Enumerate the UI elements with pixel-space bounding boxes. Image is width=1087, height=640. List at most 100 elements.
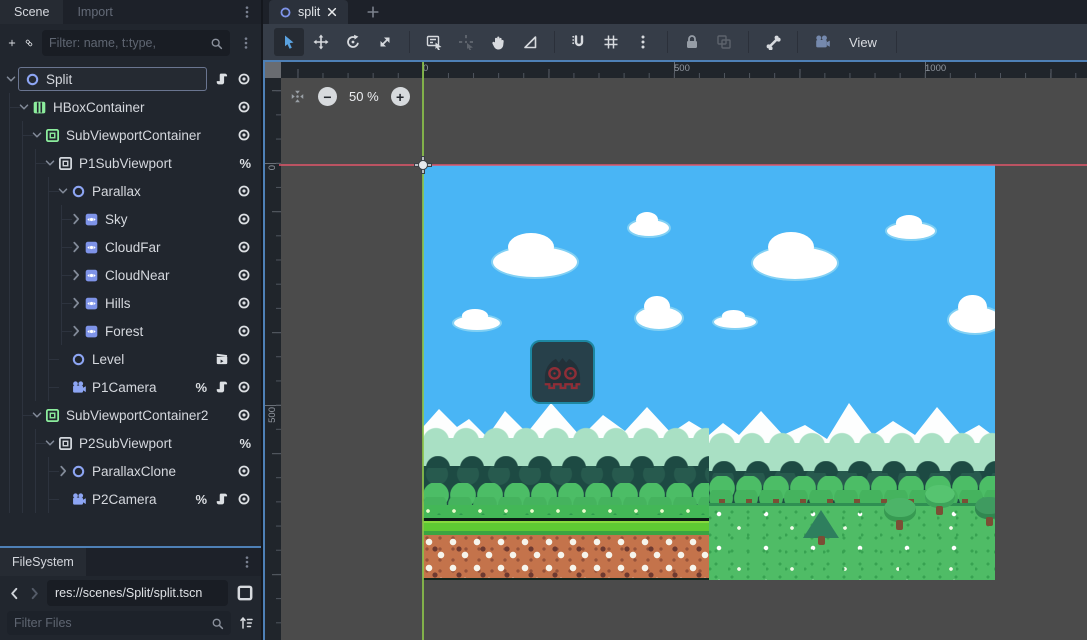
eye-badge[interactable] <box>237 408 251 422</box>
expand-arrow-icon[interactable] <box>69 324 83 338</box>
close-icon[interactable] <box>326 6 338 18</box>
tree-row-p1subviewport[interactable]: P1SubViewport% <box>0 149 261 177</box>
script-badge[interactable] <box>215 72 229 86</box>
tree-row-cloudnear[interactable]: CloudNear <box>0 261 261 289</box>
dock-menu-icon[interactable] <box>239 4 255 20</box>
percent-badge[interactable]: % <box>195 380 207 394</box>
pan-tool[interactable] <box>483 28 513 56</box>
list-select-tool[interactable] <box>419 28 449 56</box>
expand-arrow-icon[interactable] <box>69 240 83 254</box>
percent-badge[interactable]: % <box>239 436 251 450</box>
expand-arrow-icon[interactable] <box>69 296 83 310</box>
tree-row-forest[interactable]: Forest <box>0 317 261 345</box>
movie-badge[interactable] <box>215 352 229 366</box>
zoom-in-button[interactable]: + <box>391 87 410 106</box>
row-badges <box>237 240 251 254</box>
grid-snap-toggle[interactable] <box>596 28 626 56</box>
file-filter-input[interactable] <box>14 616 211 630</box>
player-character[interactable] <box>530 340 595 404</box>
add-node-button[interactable] <box>8 35 16 51</box>
collapse-arrow-icon[interactable] <box>30 128 44 142</box>
tree-row-parallaxclone[interactable]: ParallaxClone <box>0 457 261 485</box>
script-badge[interactable] <box>215 492 229 506</box>
bone-button[interactable] <box>758 28 788 56</box>
tree-row-subviewportcontainer2[interactable]: SubViewportContainer2 <box>0 401 261 429</box>
scene-tab-bar: split <box>263 0 1087 24</box>
expand-arrow-icon[interactable] <box>56 464 70 478</box>
snap-magnet-toggle[interactable] <box>564 28 594 56</box>
tree-row-hboxcontainer[interactable]: HBoxContainer <box>0 93 261 121</box>
script-badge[interactable] <box>215 380 229 394</box>
tree-row-hills[interactable]: Hills <box>0 289 261 317</box>
scale-tool[interactable] <box>370 28 400 56</box>
eye-badge[interactable] <box>237 296 251 310</box>
scene-tab-split[interactable]: split <box>269 0 348 24</box>
tab-filesystem[interactable]: FileSystem <box>0 548 86 576</box>
toggle-split-mode-button[interactable] <box>236 584 254 602</box>
eye-badge[interactable] <box>237 212 251 226</box>
expand-arrow-icon[interactable] <box>69 212 83 226</box>
tree-guide <box>22 289 23 317</box>
current-path-input[interactable] <box>55 586 220 600</box>
tree-row-p2subviewport[interactable]: P2SubViewport% <box>0 429 261 457</box>
row-badges <box>215 72 251 86</box>
sort-files-button[interactable] <box>238 615 254 631</box>
snap-options-menu[interactable] <box>628 28 658 56</box>
tree-guide <box>48 261 49 289</box>
new-scene-tab-button[interactable] <box>366 5 380 19</box>
tree-row-sky[interactable]: Sky <box>0 205 261 233</box>
node-name-box[interactable]: Split <box>18 67 207 91</box>
instance-scene-button[interactable] <box>25 35 33 51</box>
eye-badge[interactable] <box>237 268 251 282</box>
eye-badge[interactable] <box>237 128 251 142</box>
select-tool[interactable] <box>274 28 304 56</box>
tree-row-subviewportcontainer[interactable]: SubViewportContainer <box>0 121 261 149</box>
tab-scene[interactable]: Scene <box>0 0 63 24</box>
eye-badge[interactable] <box>237 352 251 366</box>
percent-badge[interactable]: % <box>239 156 251 170</box>
origin-gizmo[interactable] <box>414 156 432 174</box>
nav-forward-button[interactable] <box>27 586 42 601</box>
viewport-canvas[interactable]: − 50 % + <box>281 78 1087 640</box>
filesystem-menu-icon[interactable] <box>239 554 255 570</box>
collapse-arrow-icon[interactable] <box>43 156 57 170</box>
tree-row-level[interactable]: Level <box>0 345 261 373</box>
rotate-tool[interactable] <box>338 28 368 56</box>
node-label: CloudNear <box>105 268 170 283</box>
eye-badge[interactable] <box>237 380 251 394</box>
eye-badge[interactable] <box>237 100 251 114</box>
collapse-arrow-icon[interactable] <box>56 184 70 198</box>
lock-button[interactable] <box>677 28 707 56</box>
group-button[interactable] <box>709 28 739 56</box>
view-menu[interactable]: View <box>839 28 887 56</box>
nav-back-button[interactable] <box>7 586 22 601</box>
collapse-arrow-icon[interactable] <box>17 100 31 114</box>
eye-badge[interactable] <box>237 492 251 506</box>
tree-row-split[interactable]: Split <box>0 65 261 93</box>
tree-row-cloudfar[interactable]: CloudFar <box>0 233 261 261</box>
collapse-arrow-icon[interactable] <box>43 436 57 450</box>
ruler-tool[interactable] <box>515 28 545 56</box>
move-tool[interactable] <box>306 28 336 56</box>
percent-badge[interactable]: % <box>195 492 207 506</box>
eye-badge[interactable] <box>237 184 251 198</box>
collapse-arrow-icon[interactable] <box>30 408 44 422</box>
tree-guide <box>9 149 10 177</box>
zoom-level-label[interactable]: 50 % <box>349 89 379 104</box>
tab-import[interactable]: Import <box>63 0 126 24</box>
eye-badge[interactable] <box>237 464 251 478</box>
center-view-icon[interactable] <box>289 88 306 105</box>
camera-override-button[interactable] <box>807 28 837 56</box>
tree-row-parallax[interactable]: Parallax <box>0 177 261 205</box>
eye-badge[interactable] <box>237 324 251 338</box>
expand-arrow-icon[interactable] <box>69 268 83 282</box>
tree-row-p1camera[interactable]: P1Camera% <box>0 373 261 401</box>
tree-row-p2camera[interactable]: P2Camera% <box>0 485 261 513</box>
scene-tree-menu-icon[interactable] <box>239 35 253 51</box>
eye-badge[interactable] <box>237 72 251 86</box>
scene-filter-input[interactable] <box>49 36 210 50</box>
collapse-arrow-icon[interactable] <box>4 72 18 86</box>
zoom-out-button[interactable]: − <box>318 87 337 106</box>
eye-badge[interactable] <box>237 240 251 254</box>
pixel-select-tool[interactable] <box>451 28 481 56</box>
